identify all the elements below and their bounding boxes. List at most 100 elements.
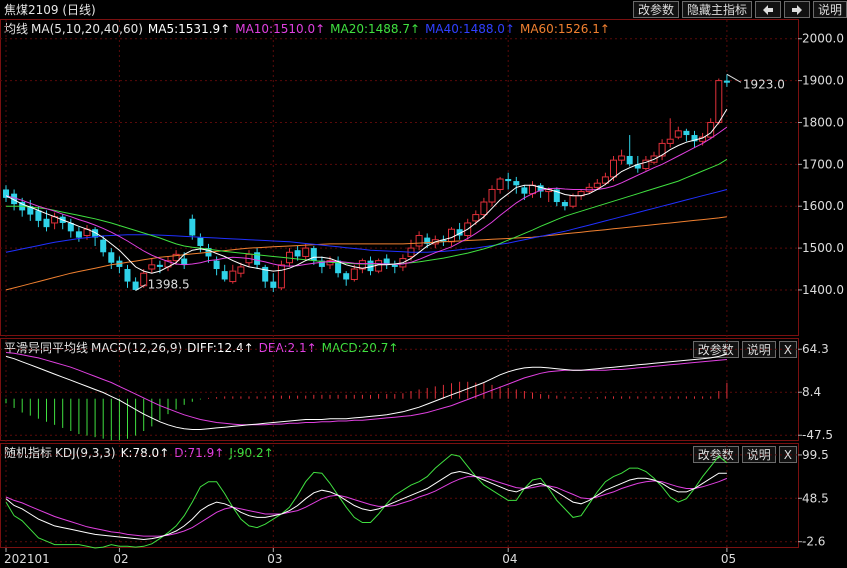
candle-body xyxy=(391,264,398,267)
candle-body xyxy=(658,142,666,157)
chart-title: 焦煤2109 (日线) xyxy=(4,3,96,17)
ma60-label: MA60:1526.1↑ xyxy=(519,22,610,36)
prev-button[interactable] xyxy=(754,1,781,18)
candle-body xyxy=(221,271,228,280)
candle-body xyxy=(326,260,334,266)
candle-body xyxy=(3,189,9,198)
modify-params-button[interactable]: 改参数 xyxy=(632,1,679,18)
top-toolbar: 改参数 隐藏主指标 说明 xyxy=(632,1,847,18)
macd-close-button[interactable]: X xyxy=(778,341,797,358)
y-tick-label: 2000.0 xyxy=(802,32,844,46)
next-button[interactable] xyxy=(783,1,810,18)
kdj-panel-buttons: 改参数 说明 X xyxy=(692,446,797,463)
x-tick-label: 04 xyxy=(502,552,517,566)
macd-legend: 平滑异同平均线 MACD(12,26,9) DIFF:12.4↑ DEA:2.1↑ MA… xyxy=(4,341,403,355)
candle-body xyxy=(350,268,358,280)
candle-body xyxy=(205,248,212,257)
candle-body xyxy=(553,189,560,203)
candle-body xyxy=(148,264,156,270)
kdj-close-button[interactable]: X xyxy=(778,446,797,463)
candle-body xyxy=(601,176,609,184)
candle-body xyxy=(456,229,463,236)
kdj-modify-params-button[interactable]: 改参数 xyxy=(692,446,739,463)
high-pointer xyxy=(726,73,742,83)
kdj-explain-button[interactable]: 说明 xyxy=(741,446,776,463)
candle-body xyxy=(593,182,601,188)
diff-line xyxy=(5,353,728,430)
x-tick-label: 202101 xyxy=(4,552,50,566)
candle-body xyxy=(399,258,407,268)
candle-body xyxy=(496,178,504,190)
ma40-line xyxy=(5,189,728,253)
low-pointer xyxy=(135,284,146,292)
candle-body xyxy=(642,159,650,170)
candle-body xyxy=(569,195,577,207)
macd-explain-button[interactable]: 说明 xyxy=(741,341,776,358)
macd-legend-params: MACD(12,26,9) xyxy=(91,341,183,355)
kdj-legend: 随机指标 KDJ(9,3,3) K:78.0↑ D:71.9↑ J:90.2↑ xyxy=(4,446,279,460)
candle-body xyxy=(440,239,447,242)
arrow-left-icon xyxy=(762,5,773,15)
kdj-legend-params: KDJ(9,3,3) xyxy=(55,446,116,460)
candle-body xyxy=(83,228,91,237)
d-label: D:71.9↑ xyxy=(174,446,225,460)
candle-body xyxy=(407,247,415,257)
explain-button[interactable]: 说明 xyxy=(812,1,847,18)
candle-body xyxy=(666,138,674,144)
main-legend-params: MA(5,10,20,40,60) xyxy=(31,22,143,36)
x-tick-label: 02 xyxy=(113,552,128,566)
candle-body xyxy=(683,130,690,136)
macd-modify-params-button[interactable]: 改参数 xyxy=(692,341,739,358)
candle-body xyxy=(75,231,82,238)
d-line xyxy=(5,476,728,537)
candle-body xyxy=(424,237,431,244)
candle-body xyxy=(610,159,617,178)
candle-body xyxy=(650,155,658,163)
candle-body xyxy=(561,202,568,207)
candle-body xyxy=(310,248,317,261)
ma10-line xyxy=(5,126,728,267)
ma10-label: MA10:1510.0↑ xyxy=(235,22,326,36)
candle-body xyxy=(529,184,536,195)
candlestick-chart[interactable]: 2000.0 1900.0 1800.0 1700.0 1600.0 1500.0 1400… xyxy=(0,0,847,568)
candle-body xyxy=(156,264,163,267)
candle-body xyxy=(164,260,172,268)
candle-body xyxy=(375,260,383,272)
candle-body xyxy=(59,216,66,223)
candle-body xyxy=(383,258,390,265)
ma60-line xyxy=(5,216,727,291)
candle-body xyxy=(116,260,123,267)
candle-body xyxy=(448,228,455,243)
candle-body xyxy=(262,266,269,282)
y-tick-label: 48.5 xyxy=(802,491,829,505)
candle-body xyxy=(626,155,633,165)
candle-body xyxy=(286,251,293,264)
candle-body xyxy=(634,164,641,169)
candle-body xyxy=(35,210,42,221)
y-tick-label: 1900.0 xyxy=(802,74,844,88)
candle-body xyxy=(172,253,180,262)
candle-body xyxy=(51,216,59,224)
candle-body xyxy=(505,179,512,182)
hide-indicator-button[interactable]: 隐藏主指标 xyxy=(681,1,752,18)
candle-body xyxy=(513,181,520,186)
candle-body xyxy=(699,136,707,142)
j-line xyxy=(5,453,728,549)
candle-body xyxy=(343,273,350,280)
candle-body xyxy=(254,252,261,265)
dea-label: DEA:2.1↑ xyxy=(258,341,317,355)
candle-body xyxy=(537,185,544,192)
dea-line xyxy=(5,352,727,426)
candle-body xyxy=(19,202,26,211)
low-price-label: 1398.5 xyxy=(148,278,190,292)
candle-body xyxy=(100,239,107,253)
candle-body xyxy=(92,229,99,238)
ma5-label: MA5:1531.9↑ xyxy=(147,22,231,36)
candle-body xyxy=(464,222,472,237)
candle-body xyxy=(245,253,253,264)
y-tick-label: 1500.0 xyxy=(802,241,844,255)
candle-body xyxy=(577,191,585,197)
candle-body xyxy=(318,260,325,267)
candle-body xyxy=(124,269,131,282)
macd-panel-buttons: 改参数 说明 X xyxy=(692,341,797,358)
